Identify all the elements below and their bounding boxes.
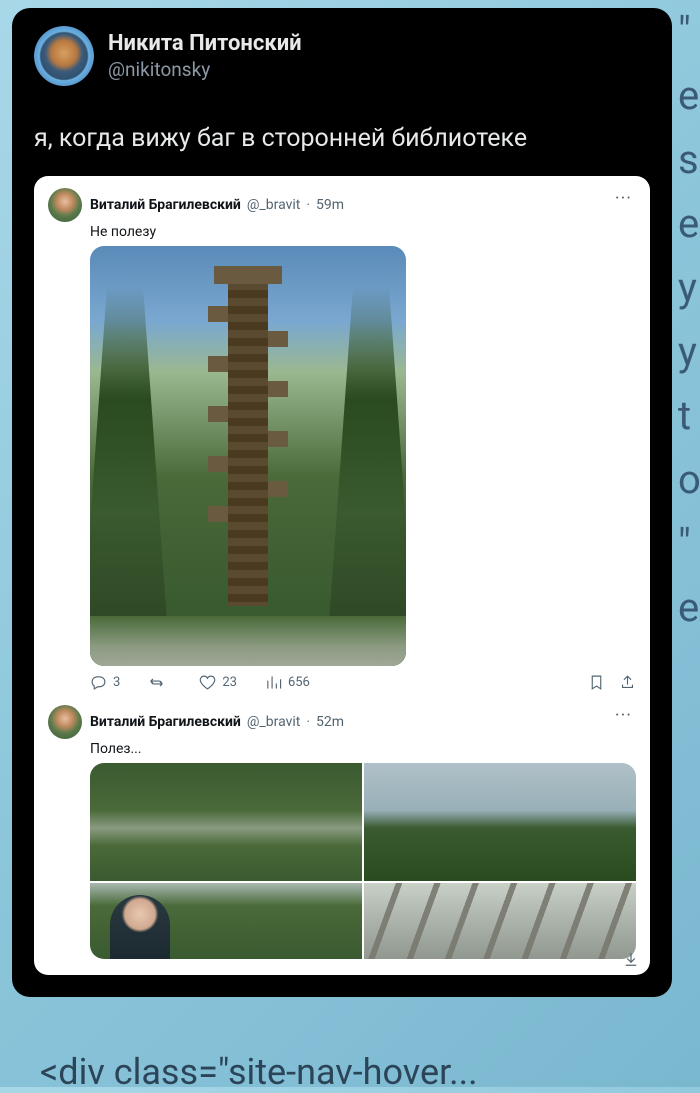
- quoted-tweet-2-image-1[interactable]: [90, 763, 362, 881]
- views-icon: [265, 674, 282, 691]
- reply-icon: [90, 674, 107, 691]
- quoted-tweet-1-actions: 3 23 656: [90, 666, 636, 697]
- quoted-tweet-2-header: Виталий Брагилевский @_bravit · 52m ···: [48, 705, 636, 739]
- quoted-tweet-2-image-3[interactable]: [90, 883, 362, 959]
- background-edge-text: " e s e y y t o " e: [678, 0, 700, 1087]
- like-button[interactable]: 23: [199, 674, 237, 691]
- outer-author-avatar[interactable]: [34, 26, 94, 86]
- quoted-tweet-1-body: Не полезу: [90, 224, 636, 240]
- quoted-time: 52m: [316, 714, 344, 730]
- outer-author-name: Никита Питонский: [108, 30, 302, 58]
- quoted-tweet-2-image-grid: [90, 763, 636, 959]
- share-button[interactable]: [619, 674, 636, 691]
- quoted-tweet-1-header: Виталий Брагилевский @_bravit · 59m ···: [48, 188, 636, 222]
- quoted-tweet-2[interactable]: Виталий Брагилевский @_bravit · 52m ··· …: [48, 705, 636, 959]
- outer-author-block[interactable]: Никита Питонский @nikitonsky: [108, 30, 302, 81]
- quoted-time: 59m: [316, 197, 344, 213]
- quoted-tweets-container: Виталий Брагилевский @_bravit · 59m ··· …: [34, 176, 650, 975]
- quoted-author-handle: @_bravit: [247, 714, 301, 730]
- quoted-author-name: Виталий Брагилевский: [90, 197, 241, 213]
- bookmark-button[interactable]: [588, 674, 605, 691]
- quoted-author-handle: @_bravit: [247, 197, 301, 213]
- outer-tweet-body: я, когда вижу баг в сторонней библиотеке: [12, 86, 672, 176]
- quoted-tweet-2-image-2[interactable]: [364, 763, 636, 881]
- more-icon[interactable]: ···: [611, 188, 636, 210]
- heart-icon: [199, 674, 216, 691]
- share-icon: [619, 674, 636, 691]
- quoted-tweet-1[interactable]: Виталий Брагилевский @_bravit · 59m ··· …: [48, 188, 636, 697]
- quoted-author-avatar[interactable]: [48, 705, 82, 739]
- download-button[interactable]: [622, 951, 640, 973]
- quoted-tweet-2-body: Полез...: [90, 741, 636, 757]
- bookmark-icon: [588, 674, 605, 691]
- reply-button[interactable]: 3: [90, 674, 120, 691]
- quoted-tweet-1-image[interactable]: [90, 246, 406, 666]
- outer-tweet-card[interactable]: Никита Питонский @nikitonsky я, когда ви…: [12, 8, 672, 997]
- quoted-author-avatar[interactable]: [48, 188, 82, 222]
- quoted-author-name: Виталий Брагилевский: [90, 714, 241, 730]
- outer-author-handle: @nikitonsky: [108, 58, 302, 82]
- retweet-icon: [148, 674, 165, 691]
- more-icon[interactable]: ···: [611, 705, 636, 727]
- outer-tweet-header: Никита Питонский @nikitonsky: [12, 26, 672, 86]
- views-button[interactable]: 656: [265, 674, 310, 691]
- quoted-tweet-2-image-4[interactable]: [364, 883, 636, 959]
- download-icon: [622, 951, 640, 969]
- retweet-button[interactable]: [148, 674, 171, 691]
